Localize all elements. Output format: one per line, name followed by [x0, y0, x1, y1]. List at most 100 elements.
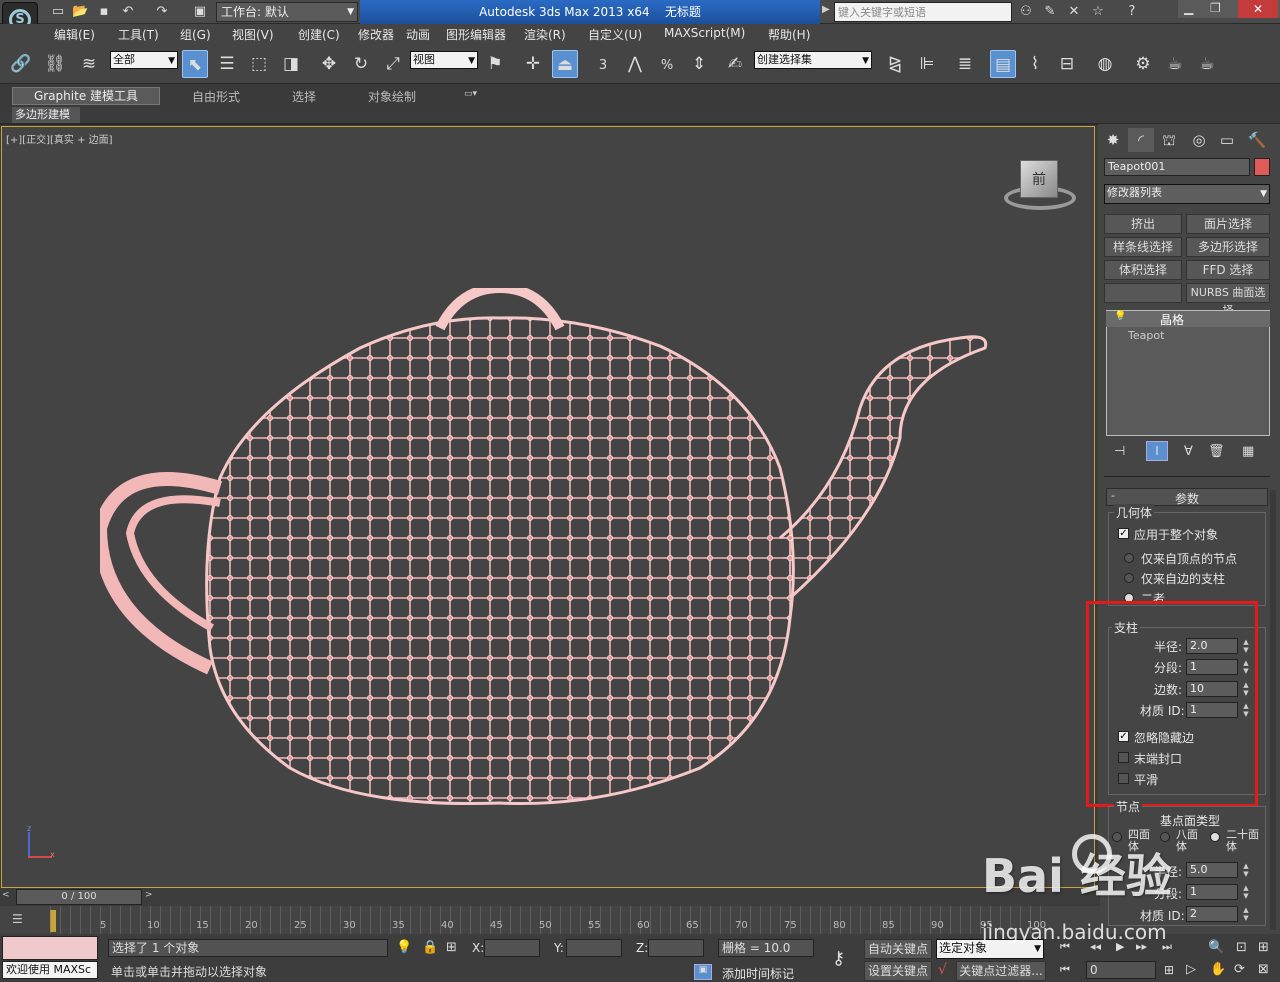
select-object-icon[interactable]: ⬉	[182, 50, 208, 78]
add-time-tag[interactable]: 添加时间标记	[722, 965, 794, 982]
absolute-mode-icon[interactable]: ⊞	[446, 940, 457, 955]
move-icon[interactable]: ✥	[316, 50, 342, 78]
open-file-icon[interactable]: 📂	[72, 4, 88, 20]
viewport-shading-label[interactable]: [真实 + 边面]	[50, 135, 113, 146]
y-coord-input[interactable]	[566, 939, 622, 957]
panel-scrollbar[interactable]	[1270, 490, 1276, 930]
extrude-button[interactable]: 挤出	[1104, 214, 1182, 234]
zoom-all-icon[interactable]: ⊡	[1236, 940, 1247, 955]
orbit-icon[interactable]: ⟳	[1234, 962, 1245, 977]
menu-tools[interactable]: 工具(T)	[118, 26, 159, 43]
help-icon[interactable]: ?	[1124, 4, 1140, 20]
create-tab-icon[interactable]: ✸	[1100, 128, 1126, 152]
selection-filter-dropdown[interactable]: 全部	[110, 51, 178, 69]
stack-item-lattice[interactable]: 💡 晶格	[1106, 311, 1270, 327]
project-folder-icon[interactable]: ▣	[192, 4, 208, 20]
show-end-result-icon[interactable]: Ⅰ	[1146, 441, 1168, 461]
graphite-toggle-icon[interactable]: ▤	[990, 50, 1016, 78]
utilities-tab-icon[interactable]: 🔨	[1244, 128, 1270, 152]
menu-graph-editors[interactable]: 图形编辑器	[446, 26, 506, 43]
tab-freeform[interactable]: 自由形式	[192, 88, 240, 105]
viewport-view-label[interactable]: [正交]	[22, 135, 50, 146]
time-slider[interactable]	[0, 888, 1100, 906]
angle-snap-icon[interactable]: ⋀	[622, 50, 648, 78]
lightbulb-icon[interactable]: 💡	[1114, 311, 1126, 322]
fov-icon[interactable]: ▷	[1186, 962, 1196, 977]
motion-tab-icon[interactable]: ◎	[1186, 128, 1212, 152]
ffd-select-button[interactable]: FFD 选择	[1186, 260, 1270, 280]
x-coord-input[interactable]	[484, 939, 540, 957]
stack-item-teapot[interactable]: Teapot	[1128, 329, 1164, 342]
menu-create[interactable]: 创建(C)	[298, 26, 340, 43]
menu-modifiers[interactable]: 修改器	[358, 26, 394, 43]
select-by-name-icon[interactable]: ☰	[214, 50, 240, 78]
mirror-icon[interactable]: ⧎	[882, 50, 908, 78]
material-editor-icon[interactable]: ◍	[1092, 50, 1118, 78]
ref-coord-dropdown[interactable]: 视图	[410, 51, 478, 69]
spline-select-button[interactable]: 样条线选择	[1104, 237, 1182, 257]
time-slider-thumb[interactable]: 0 / 100	[16, 889, 142, 905]
render-production-icon[interactable]: ☕	[1194, 50, 1220, 78]
redo-icon[interactable]: ↷	[154, 4, 170, 20]
menu-edit[interactable]: 编辑(E)	[54, 26, 95, 43]
modifier-list-dropdown[interactable]: 修改器列表	[1104, 184, 1270, 204]
tab-object-paint[interactable]: 对象绘制	[368, 88, 416, 105]
tools-icon[interactable]: ✕	[1066, 4, 1082, 20]
menu-maxscript[interactable]: MAXScript(M)	[664, 26, 745, 40]
viewport-menu-label[interactable]: [+]	[6, 135, 22, 146]
next-frame-icon[interactable]: >	[145, 890, 153, 900]
viewport-label[interactable]: [+][正交][真实 + 边面]	[6, 131, 113, 146]
volume-select-button[interactable]: 体积选择	[1104, 260, 1182, 280]
make-unique-icon[interactable]: ∀	[1184, 444, 1193, 459]
ribbon-options-icon[interactable]: ▭▾	[464, 89, 477, 99]
zoom-extents-icon[interactable]: ⊞	[1258, 940, 1269, 955]
isolate-selection-icon[interactable]: 💡	[396, 940, 412, 955]
named-selection-dropdown[interactable]: 创建选择集	[754, 51, 872, 69]
expand-arrow-icon[interactable]: ▶	[822, 4, 830, 15]
key-icon[interactable]: ⚷	[832, 948, 845, 969]
rect-selection-icon[interactable]: ⬚	[246, 50, 272, 78]
current-frame-input[interactable]: 0	[1086, 961, 1156, 979]
link-icon[interactable]: 🔗	[8, 50, 34, 78]
prev-frame-icon[interactable]: <	[2, 890, 10, 900]
menu-help[interactable]: 帮助(H)	[768, 26, 810, 43]
undo-icon[interactable]: ↶	[120, 4, 136, 20]
select-manipulate-icon[interactable]: ✛	[520, 50, 546, 78]
save-icon[interactable]: ▪	[96, 4, 112, 20]
scale-icon[interactable]: ⤢	[380, 50, 406, 78]
binoculars-icon[interactable]: ⚇	[1018, 4, 1034, 20]
bind-spacewarp-icon[interactable]: ≋	[76, 50, 102, 78]
node-matid-spinner[interactable]: ▲ ▼	[1241, 906, 1251, 922]
pan-icon[interactable]: ✋	[1210, 962, 1226, 977]
hierarchy-tab-icon[interactable]: ⛫	[1156, 128, 1182, 152]
viewcube[interactable]: 前	[1020, 160, 1058, 198]
snaps-toggle-icon[interactable]: 3	[590, 50, 616, 78]
pin-stack-icon[interactable]: ⊣	[1114, 444, 1125, 459]
pivot-center-icon[interactable]: ⚑	[482, 50, 508, 78]
menu-rendering[interactable]: 渲染(R)	[524, 26, 566, 43]
align-icon[interactable]: ⊫	[914, 50, 940, 78]
menu-animation[interactable]: 动画	[406, 26, 430, 43]
tab-polygon-modeling[interactable]: 多边形建模	[12, 107, 80, 123]
object-color-swatch[interactable]	[1254, 158, 1270, 176]
key-filter-icon[interactable]: √	[938, 962, 947, 978]
schematic-view-icon[interactable]: ⊟	[1054, 50, 1080, 78]
empty-modifier-button[interactable]	[1104, 283, 1182, 303]
maxscript-mini-listener[interactable]	[2, 936, 98, 960]
curve-editor-icon[interactable]: ⌇	[1022, 50, 1048, 78]
spinner-snap-icon[interactable]: ⇕	[686, 50, 712, 78]
unlink-icon[interactable]: ⛓	[42, 50, 68, 78]
communication-icon[interactable]: ✎	[1042, 4, 1058, 20]
z-coord-input[interactable]	[648, 939, 704, 957]
object-name-field[interactable]: Teapot001	[1104, 158, 1250, 176]
apply-whole-checkbox[interactable]: ✓	[1118, 528, 1129, 539]
configure-sets-icon[interactable]: ▦	[1242, 444, 1254, 459]
tab-graphite-modeling[interactable]: Graphite 建模工具	[12, 87, 160, 105]
radio-nodes-only[interactable]	[1124, 553, 1134, 563]
time-config-icon[interactable]: ⊞	[1164, 963, 1174, 977]
restore-icon[interactable]: ❐	[1210, 1, 1221, 15]
remove-modifier-icon[interactable]: 🗑	[1208, 444, 1225, 459]
window-crossing-icon[interactable]: ◨	[278, 50, 304, 78]
time-tag-icon[interactable]: ▣	[694, 964, 712, 980]
node-radius-spinner[interactable]: ▲ ▼	[1241, 862, 1251, 878]
